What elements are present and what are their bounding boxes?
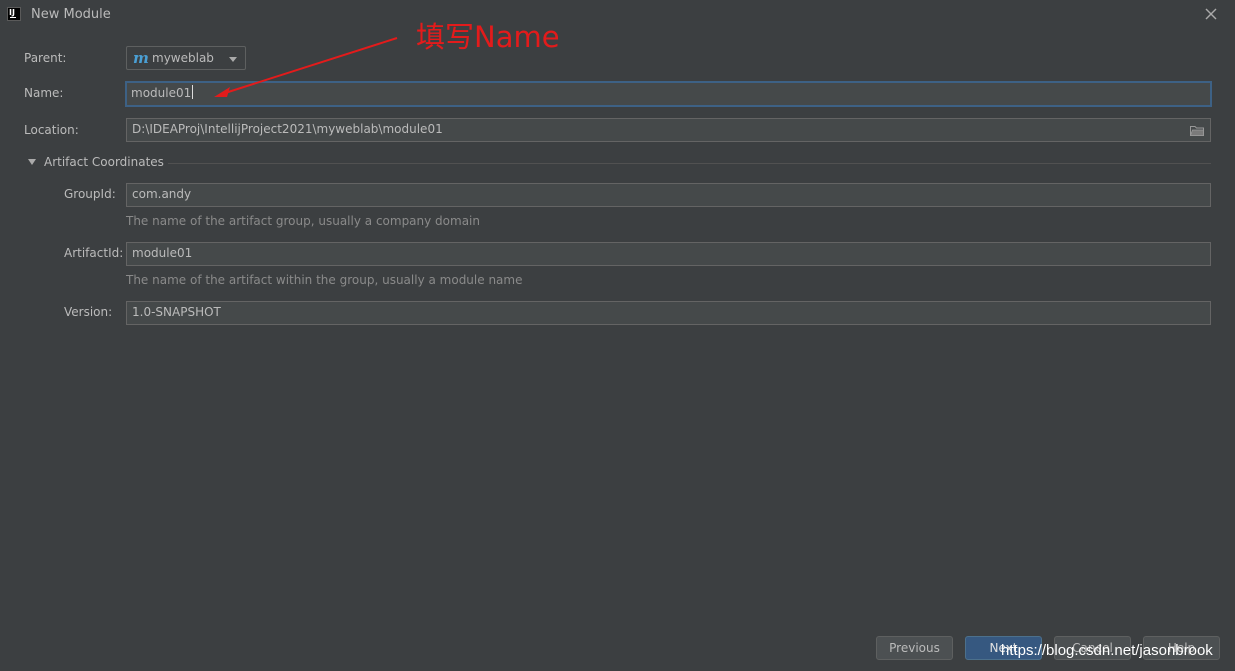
name-value: module01 [131,86,192,100]
annotation-arrow-icon [214,37,398,97]
version-value: 1.0-SNAPSHOT [132,305,221,319]
close-icon[interactable] [1203,6,1219,22]
groupid-label: GroupId: [64,187,116,201]
annotation-label: 填写Name [416,20,560,54]
previous-button[interactable]: Previous [876,636,953,660]
title-bar: IJ New Module [0,0,1235,30]
parent-label: Parent: [24,51,67,65]
collapse-toggle-icon[interactable] [28,159,36,165]
folder-icon[interactable] [1190,125,1204,136]
artifact-coordinates-header[interactable]: Artifact Coordinates [44,155,164,169]
artifactid-label: ArtifactId: [64,246,124,260]
maven-module-icon: m [133,49,149,67]
name-label: Name: [24,86,64,100]
artifactid-input[interactable]: module01 [126,242,1211,266]
location-label: Location: [24,123,79,137]
version-input[interactable]: 1.0-SNAPSHOT [126,301,1211,325]
location-input[interactable]: D:\IDEAProj\IntellijProject2021\myweblab… [126,118,1211,142]
groupid-hint: The name of the artifact group, usually … [126,214,480,228]
window-title: New Module [31,7,111,22]
watermark-text: https://blog.csdn.net/jasonbrook [1001,642,1213,659]
intellij-app-icon: IJ [7,7,21,21]
artifactid-value: module01 [132,246,193,260]
location-value: D:\IDEAProj\IntellijProject2021\myweblab… [132,122,443,136]
text-caret [192,85,194,99]
groupid-value: com.andy [132,187,192,201]
version-label: Version: [64,305,113,319]
groupid-input[interactable]: com.andy [126,183,1211,207]
section-divider [168,163,1211,164]
artifactid-hint: The name of the artifact within the grou… [126,273,523,287]
